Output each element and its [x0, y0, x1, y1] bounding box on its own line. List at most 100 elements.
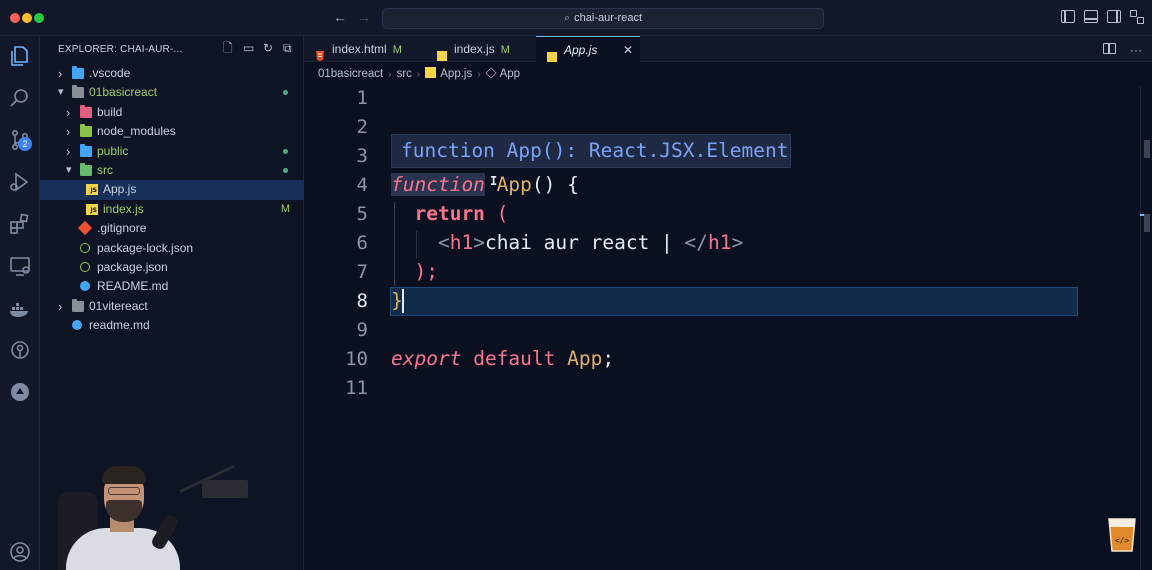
- line-number: 10: [345, 348, 368, 370]
- tree-item[interactable]: JS App.js: [40, 180, 304, 200]
- json-file-icon: [80, 261, 90, 272]
- toggle-secondary-sidebar-icon[interactable]: [1107, 10, 1121, 23]
- keyword-return: return: [414, 202, 485, 225]
- new-file-icon[interactable]: 🗋: [223, 42, 235, 54]
- tree-item[interactable]: › 01vitereact: [40, 297, 304, 316]
- chevron-right-icon[interactable]: ›: [66, 122, 70, 141]
- tree-item-label: 01basicreact: [89, 85, 158, 100]
- scrollbar-marker: [1144, 140, 1150, 158]
- tree-item[interactable]: › .vscode: [40, 64, 304, 83]
- modified-dot-icon: [283, 148, 288, 154]
- tab-label: index.js: [454, 42, 495, 56]
- tab-label: App.js: [564, 43, 598, 57]
- explorer-icon[interactable]: [8, 44, 32, 68]
- mic-mount-shape: [202, 480, 248, 498]
- function-name: App: [496, 173, 532, 196]
- current-line-highlight: [390, 287, 1078, 316]
- chevron-right-icon[interactable]: ›: [66, 103, 70, 122]
- tree-item[interactable]: › public: [40, 142, 304, 161]
- jsx-bracket: </: [684, 231, 709, 254]
- folder-icon: [80, 124, 92, 138]
- close-tab-icon[interactable]: ✕: [623, 37, 633, 63]
- tree-item[interactable]: package-lock.json: [40, 239, 304, 258]
- run-debug-icon[interactable]: [8, 170, 32, 194]
- maximize-window-button[interactable]: [34, 13, 44, 23]
- docker-icon[interactable]: [8, 296, 32, 320]
- title-bar: ← → ⌕ chai-aur-react: [0, 0, 1152, 36]
- chevron-right-icon[interactable]: ›: [58, 64, 62, 83]
- gitlens-icon[interactable]: [8, 338, 32, 362]
- close-window-button[interactable]: [10, 13, 20, 23]
- extensions-icon[interactable]: [8, 212, 32, 236]
- chevron-right-icon[interactable]: ›: [58, 297, 62, 316]
- customize-layout-icon[interactable]: [1130, 10, 1144, 24]
- breadcrumb-file[interactable]: App.js: [440, 68, 472, 80]
- chevron-down-icon[interactable]: ▾: [58, 83, 64, 102]
- jsx-bracket: >: [731, 231, 744, 254]
- tab-app-js[interactable]: App.js ✕: [536, 36, 640, 62]
- live-share-icon[interactable]: [8, 380, 32, 404]
- new-folder-icon[interactable]: ▭: [243, 42, 255, 54]
- code-line-6: <h1>chai aur react | </h1>: [391, 231, 743, 254]
- tree-item[interactable]: › node_modules: [40, 122, 304, 141]
- person-hair-shape: [102, 466, 146, 484]
- account-icon[interactable]: [8, 540, 32, 564]
- tree-item-label: README.md: [97, 279, 169, 294]
- js-file-icon: [425, 67, 437, 78]
- code-punctuation: );: [414, 260, 438, 283]
- glasses-shape: [108, 487, 140, 495]
- tree-item[interactable]: ▾ src: [40, 161, 304, 180]
- back-arrow-icon[interactable]: ←: [333, 9, 347, 25]
- js-file-icon: JS: [86, 184, 98, 196]
- code-punctuation: }: [391, 289, 403, 312]
- chevron-right-icon: ›: [388, 69, 392, 80]
- breadcrumb-folder[interactable]: 01basicreact: [318, 68, 383, 80]
- tree-item[interactable]: .gitignore: [40, 219, 304, 238]
- forward-arrow-icon[interactable]: →: [357, 9, 371, 25]
- text-cursor: [402, 289, 404, 313]
- tab-label: index.html: [332, 42, 387, 56]
- tree-item[interactable]: › build: [40, 103, 304, 122]
- code-line-4: function App() {: [391, 173, 579, 196]
- tree-item[interactable]: JS index.js M: [40, 200, 304, 219]
- explorer-toolbar: 🗋 ▭ ↻ ⧉: [223, 42, 295, 54]
- chai-cup-logo: </>: [1108, 518, 1136, 552]
- layout-controls: [1061, 10, 1144, 24]
- tree-item-label: src: [97, 162, 113, 177]
- editor-scrollbar[interactable]: [1140, 86, 1152, 570]
- jsx-tag-name: h1: [449, 231, 474, 254]
- code-punctuation: ;: [602, 347, 615, 370]
- tree-item[interactable]: ▾ 01basicreact: [40, 83, 304, 102]
- tab-index-js[interactable]: index.js M: [426, 36, 534, 62]
- more-actions-icon[interactable]: ···: [1130, 43, 1142, 57]
- split-editor-icon[interactable]: [1103, 43, 1116, 54]
- toggle-panel-icon[interactable]: [1084, 10, 1098, 23]
- js-file-icon: [437, 44, 447, 61]
- command-center-search[interactable]: ⌕ chai-aur-react: [382, 8, 824, 29]
- refresh-icon[interactable]: ↻: [263, 42, 275, 54]
- search-icon: ⌕: [563, 12, 571, 24]
- breadcrumb-symbol[interactable]: App: [500, 68, 520, 80]
- minimize-window-button[interactable]: [22, 13, 32, 23]
- folder-icon: [72, 298, 84, 312]
- remote-explorer-icon[interactable]: [8, 254, 32, 278]
- tree-item[interactable]: package.json: [40, 258, 304, 277]
- tree-item[interactable]: README.md: [40, 277, 304, 296]
- folder-icon: [72, 66, 84, 79]
- tree-item[interactable]: readme.md: [40, 316, 304, 335]
- chevron-right-icon[interactable]: ›: [66, 142, 70, 161]
- symbol-method-icon: [484, 67, 497, 79]
- chevron-down-icon[interactable]: ▾: [66, 161, 72, 180]
- breadcrumb-folder[interactable]: src: [397, 68, 412, 80]
- tree-item-label: readme.md: [89, 318, 150, 333]
- hover-signature-tooltip: function App(): React.JSX.Element: [391, 134, 791, 168]
- collapse-all-icon[interactable]: ⧉: [283, 42, 295, 54]
- code-editor[interactable]: 1 2 3 4 5 6 7 8 9 10 11 function App(): React.JSX.…: [304, 86, 1152, 570]
- search-icon[interactable]: [8, 86, 32, 110]
- toggle-primary-sidebar-icon[interactable]: [1061, 10, 1075, 23]
- tab-index-html[interactable]: index.html M: [304, 36, 424, 62]
- tree-item-label: public: [97, 143, 129, 158]
- info-file-icon: [80, 281, 90, 292]
- keyword-default: default: [473, 347, 556, 370]
- code-line-8: }: [391, 289, 403, 312]
